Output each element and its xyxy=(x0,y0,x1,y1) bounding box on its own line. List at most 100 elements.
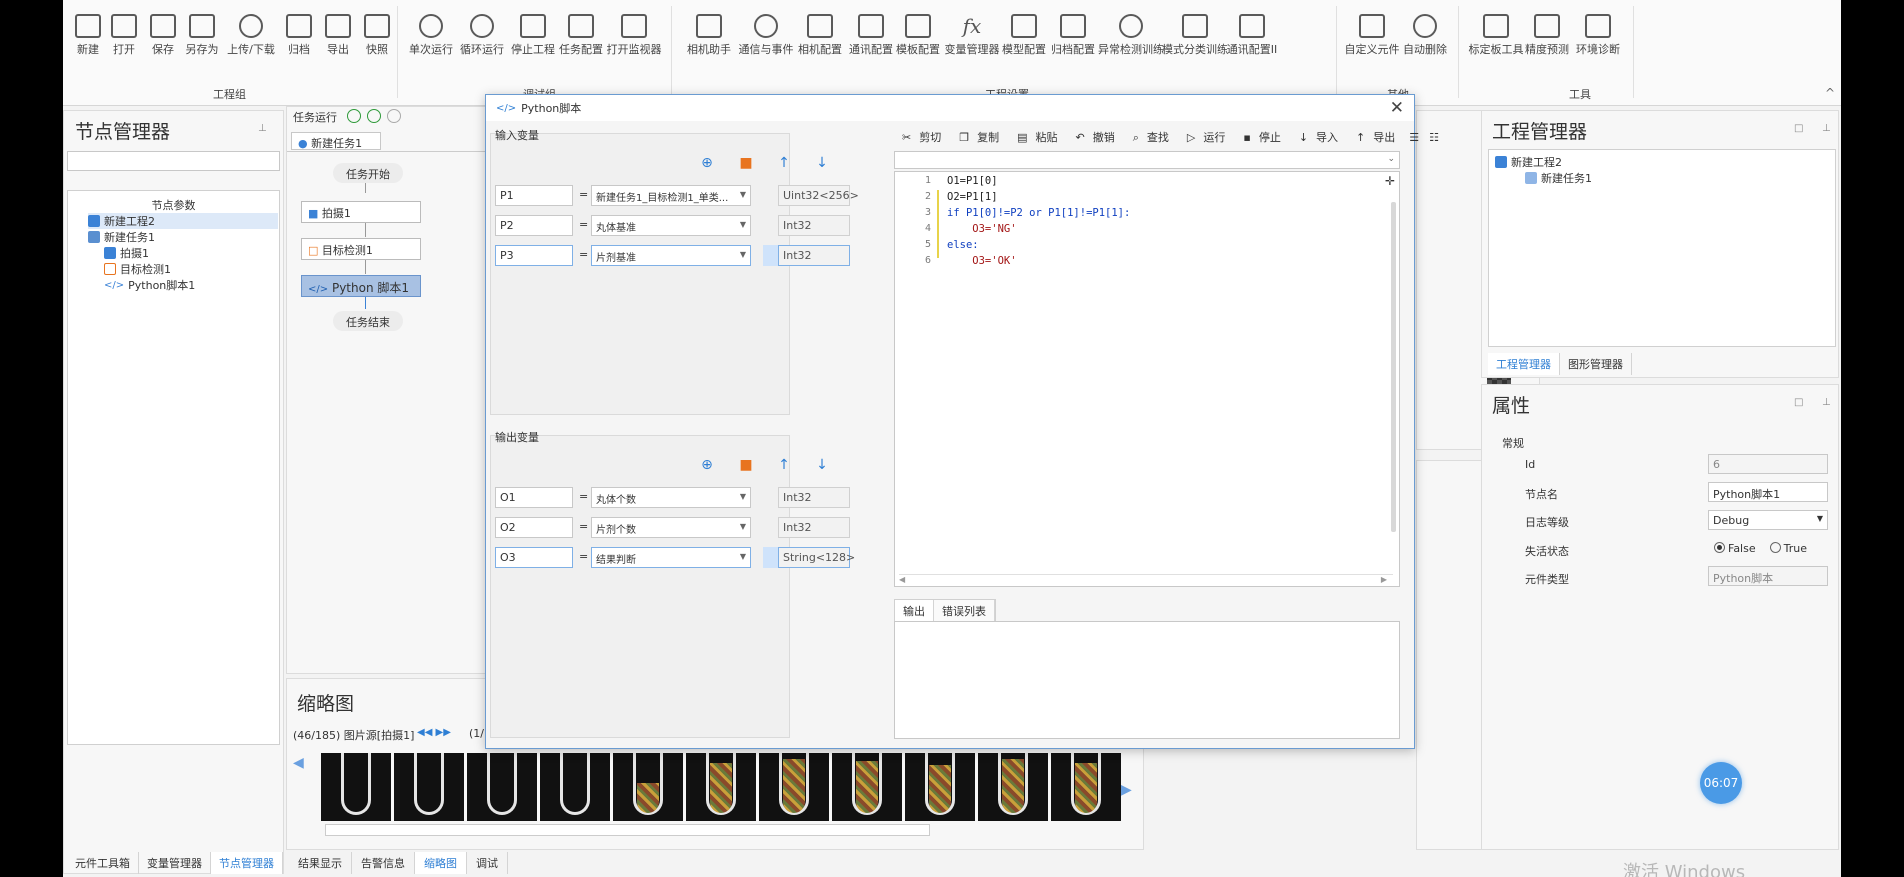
tree-item-project[interactable]: 新建工程2 xyxy=(1495,154,1562,170)
thumbnail-scrollbar[interactable] xyxy=(325,824,930,836)
timer-badge[interactable]: 06:07 xyxy=(1700,762,1742,804)
tree-item-python[interactable]: </> Python脚本1 xyxy=(104,277,195,293)
variable-source-select[interactable]: 丸体基准 ▼ xyxy=(591,215,751,236)
variable-name-field[interactable]: P3 xyxy=(495,245,573,266)
tab-output[interactable]: 输出 xyxy=(895,600,934,622)
comm-events-button[interactable]: 通信与事件 xyxy=(739,12,794,68)
thumbnail-image[interactable] xyxy=(613,753,683,821)
accuracy-predict-button[interactable]: 精度预测 xyxy=(1521,12,1573,68)
comm-config-button[interactable]: 通讯配置 xyxy=(845,12,897,68)
next-arrow-icon[interactable]: ▶ xyxy=(1121,782,1132,798)
single-run-button[interactable]: 单次运行 xyxy=(405,12,457,68)
save-as-button[interactable]: 另存为 xyxy=(176,12,228,68)
loop-run-button[interactable]: 循环运行 xyxy=(456,12,508,68)
variable-target-select[interactable]: 片剂个数 ▼ xyxy=(591,517,751,538)
open-monitor-button[interactable]: 打开监视器 xyxy=(607,12,662,68)
custom-component-button[interactable]: 自定义元件 xyxy=(1345,12,1400,68)
flow-node-capture[interactable]: ■ 拍摄1 xyxy=(301,201,421,223)
thumbnail-image[interactable] xyxy=(832,753,902,821)
tab-task[interactable]: ● 新建任务1 xyxy=(291,132,381,150)
add-output-icon[interactable]: ⊕ xyxy=(699,457,715,473)
move-down-icon[interactable]: ↓ xyxy=(814,155,830,171)
thumbnail-image[interactable] xyxy=(1051,753,1121,821)
thumbnail-image[interactable] xyxy=(905,753,975,821)
prev-arrow-icon[interactable]: ◀ xyxy=(293,755,304,771)
import-button[interactable]: ↓ 导入 xyxy=(1291,129,1346,145)
auto-delete-button[interactable]: 自动删除 xyxy=(1399,12,1451,68)
tab-project-manager[interactable]: 工程管理器 xyxy=(1488,353,1560,375)
tree-item-task[interactable]: 新建任务1 xyxy=(1525,170,1592,186)
move-up-icon[interactable]: ↑ xyxy=(776,457,792,473)
tab-variables[interactable]: 变量管理器 xyxy=(139,852,211,874)
flow-node-python[interactable]: </> Python 脚本1 xyxy=(301,275,421,297)
move-down-icon[interactable]: ↓ xyxy=(814,457,830,473)
undo-button[interactable]: ↶ 撤销 xyxy=(1068,129,1123,145)
pin-icon[interactable]: ⊥ xyxy=(1822,397,1831,408)
horizontal-scrollbar[interactable]: ◀ ▶ xyxy=(899,574,1393,584)
function-dropdown[interactable]: ⌄ xyxy=(894,151,1400,169)
tree-item-capture[interactable]: 拍摄1 xyxy=(104,245,149,261)
snapshot-button[interactable]: 快照 xyxy=(351,12,403,68)
variable-name-field[interactable]: P2 xyxy=(495,215,573,236)
code-editor[interactable]: 1 2 3 4 5 6 O1=P1[0] O2=P1[1] if P1[0]!=… xyxy=(894,171,1400,587)
thumbnail-image[interactable] xyxy=(321,753,391,821)
camera-config-button[interactable]: 相机配置 xyxy=(794,12,846,68)
flow-end[interactable]: 任务结束 xyxy=(333,311,403,331)
archive-config-button[interactable]: 归档配置 xyxy=(1047,12,1099,68)
node-name-field[interactable]: Python脚本1 xyxy=(1708,482,1828,502)
delete-input-icon[interactable]: ■ xyxy=(738,155,754,171)
comment-icon[interactable]: ☷ xyxy=(1425,131,1443,144)
vertical-scrollbar[interactable] xyxy=(1391,202,1396,532)
output-console[interactable] xyxy=(894,621,1400,739)
flow-node-detection[interactable]: □ 目标检测1 xyxy=(301,238,421,260)
run-button[interactable]: ▷ 运行 xyxy=(1179,129,1233,145)
false-radio[interactable]: False xyxy=(1714,542,1756,555)
export-button[interactable]: ↑ 导出 xyxy=(1348,129,1403,145)
env-diagnosis-button[interactable]: 环境诊断 xyxy=(1572,12,1624,68)
tab-alarms[interactable]: 告警信息 xyxy=(352,852,415,874)
comm-config-2-button[interactable]: 通讯配置II xyxy=(1226,12,1278,68)
thumbnail-image[interactable] xyxy=(540,753,610,821)
tree-item-project[interactable]: 新建工程2 xyxy=(88,213,278,229)
variable-name-field[interactable]: O2 xyxy=(495,517,573,538)
tab-thumbnails[interactable]: 缩略图 xyxy=(415,852,467,874)
run-icon[interactable] xyxy=(347,109,361,123)
stop-project-button[interactable]: 停止工程 xyxy=(507,12,559,68)
tab-debug[interactable]: 调试 xyxy=(467,852,508,874)
node-search-input[interactable] xyxy=(67,151,280,171)
tab-graphics-manager[interactable]: 图形管理器 xyxy=(1560,353,1632,375)
collapse-ribbon-icon[interactable]: ^ xyxy=(1825,86,1835,100)
tab-results[interactable]: 结果显示 xyxy=(289,852,352,874)
task-config-button[interactable]: 任务配置 xyxy=(555,12,607,68)
first-page-icon[interactable]: ◀◀ ▶▶ xyxy=(417,727,451,738)
upload-download-button[interactable]: 上传/下载 xyxy=(225,12,277,68)
variable-target-select[interactable]: 结果判断 ▼ xyxy=(591,547,751,568)
thumbnail-image[interactable] xyxy=(978,753,1048,821)
cut-button[interactable]: ✂ 剪切 xyxy=(894,129,949,145)
tree-item-detection[interactable]: 目标检测1 xyxy=(104,261,171,277)
close-icon[interactable]: ✕ xyxy=(1390,98,1404,118)
variable-name-field[interactable]: O3 xyxy=(495,547,573,568)
flow-start[interactable]: 任务开始 xyxy=(333,163,403,183)
variable-name-field[interactable]: O1 xyxy=(495,487,573,508)
tab-node-manager[interactable]: 节点管理器 xyxy=(211,852,283,874)
variable-source-select[interactable]: 新建任务1_目标检测1_单类... ▼ xyxy=(591,185,751,206)
variable-manager-button[interactable]: fx 变量管理器 xyxy=(945,12,1000,68)
log-level-select[interactable]: Debug ▼ xyxy=(1708,510,1828,530)
indent-icon[interactable]: ☰ xyxy=(1405,131,1423,144)
camera-assistant-button[interactable]: 相机助手 xyxy=(683,12,735,68)
model-config-button[interactable]: 模型配置 xyxy=(998,12,1050,68)
thumbnail-image[interactable] xyxy=(759,753,829,821)
true-radio[interactable]: True xyxy=(1769,542,1807,555)
variable-source-select[interactable]: 片剂基准 ▼ xyxy=(591,245,751,266)
variable-name-field[interactable]: P1 xyxy=(495,185,573,206)
maximize-icon[interactable]: □ xyxy=(1794,397,1803,408)
paste-button[interactable]: ▤ 粘贴 xyxy=(1009,129,1065,145)
calibration-tool-button[interactable]: 标定板工具 xyxy=(1469,12,1524,68)
pin-icon[interactable]: ⊥ xyxy=(1822,123,1831,134)
find-button[interactable]: ⌕ 查找 xyxy=(1125,129,1177,145)
stop-icon[interactable] xyxy=(387,109,401,123)
variable-target-select[interactable]: 丸体个数 ▼ xyxy=(591,487,751,508)
move-up-icon[interactable]: ↑ xyxy=(776,155,792,171)
expand-icon[interactable]: ✛ xyxy=(1385,174,1395,188)
